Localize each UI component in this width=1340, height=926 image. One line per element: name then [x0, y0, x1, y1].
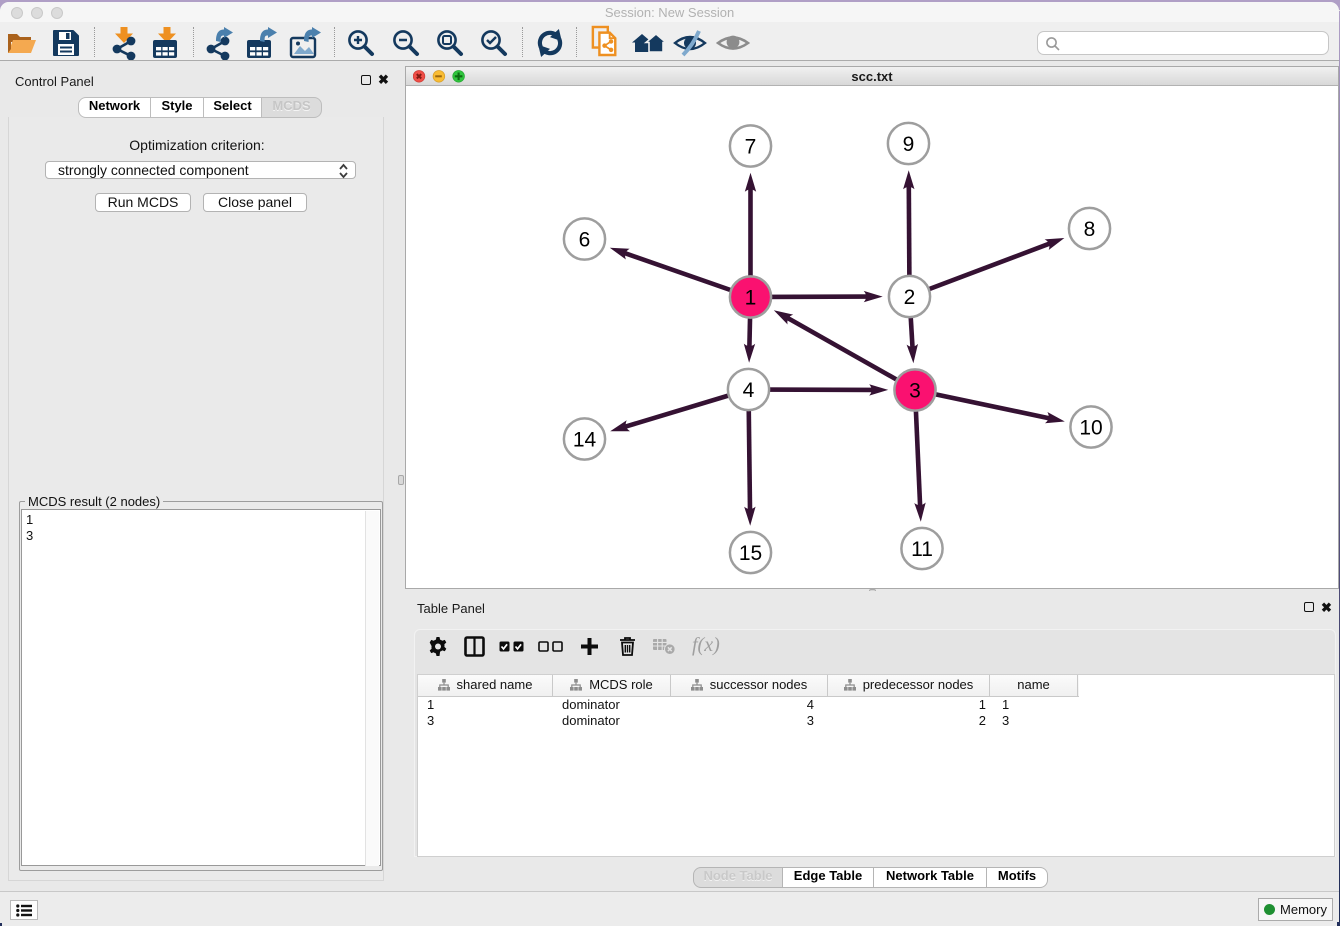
svg-text:11: 11 — [911, 538, 933, 561]
svg-text:9: 9 — [903, 133, 915, 156]
svg-text:2: 2 — [904, 286, 916, 309]
svg-text:8: 8 — [1084, 218, 1096, 241]
svg-text:3: 3 — [909, 380, 921, 403]
svg-text:10: 10 — [1079, 417, 1102, 440]
svg-text:15: 15 — [739, 542, 762, 565]
svg-text:4: 4 — [743, 379, 755, 402]
svg-text:1: 1 — [745, 287, 757, 310]
svg-text:6: 6 — [579, 229, 591, 252]
svg-text:7: 7 — [745, 136, 757, 159]
svg-text:14: 14 — [573, 429, 597, 452]
